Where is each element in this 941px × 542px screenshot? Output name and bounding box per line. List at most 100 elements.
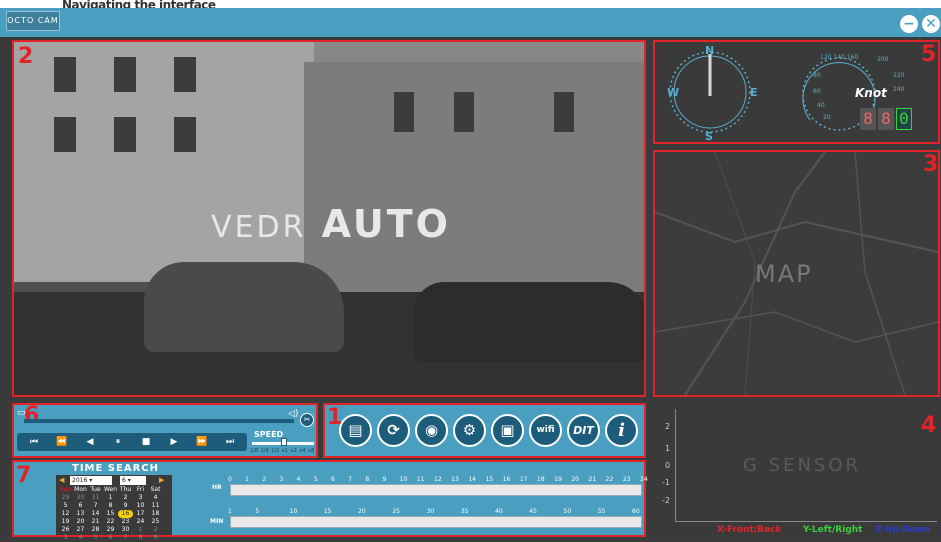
info-icon[interactable]: i <box>605 414 638 447</box>
speed-tick: 220 <box>893 72 905 79</box>
calendar-day[interactable]: 25 <box>148 518 163 526</box>
close-icon[interactable]: ✕ <box>922 15 940 33</box>
calendar-day[interactable]: 31 <box>88 494 103 502</box>
play-button[interactable]: ▶ <box>161 434 187 450</box>
calendar-day[interactable]: 13 <box>73 510 88 518</box>
calendar-day[interactable]: 1 <box>103 494 118 502</box>
calendar-day[interactable]: 4 <box>148 494 163 502</box>
calendar-day[interactable]: 14 <box>88 510 103 518</box>
calendar-day[interactable]: 7 <box>88 502 103 510</box>
calendar-day[interactable]: 26 <box>58 526 73 534</box>
calendar-day[interactable]: 22 <box>103 518 118 526</box>
app-header <box>0 8 941 37</box>
calendar-day[interactable]: 30 <box>118 526 133 534</box>
calendar-day[interactable]: 8 <box>133 534 148 542</box>
calendar-day[interactable]: 10 <box>133 502 148 510</box>
speed-tick: 60 <box>813 88 821 95</box>
video-player[interactable]: VEDR AUTO 2 <box>12 40 646 397</box>
calendar-day[interactable]: 7 <box>118 534 133 542</box>
calendar-day[interactable]: 19 <box>58 518 73 526</box>
minute-timeline[interactable] <box>230 516 642 528</box>
last-button[interactable]: ⏭ <box>217 434 243 450</box>
speed-tick: 240 <box>893 86 905 93</box>
calendar-day[interactable]: 28 <box>88 526 103 534</box>
calendar-day[interactable]: 1 <box>133 526 148 534</box>
settings-icon[interactable]: ⚙ <box>453 414 486 447</box>
calendar-day[interactable]: 9 <box>118 502 133 510</box>
calendar-day[interactable]: 6 <box>73 502 88 510</box>
calendar-day[interactable]: 23 <box>118 518 133 526</box>
pause-button[interactable]: ⏸ <box>105 434 131 450</box>
folder-icon[interactable]: ▭ <box>17 408 26 418</box>
calendar-day[interactable]: 21 <box>88 518 103 526</box>
section-number-5: 5 <box>921 42 937 67</box>
calendar-day[interactable]: 3 <box>133 494 148 502</box>
progress-track[interactable] <box>24 419 294 423</box>
prev-month-icon[interactable]: ◀ <box>59 476 64 484</box>
map-placeholder-label: MAP <box>755 260 813 288</box>
calendar-day[interactable]: 2 <box>118 494 133 502</box>
rewind-button[interactable]: ⏪ <box>49 434 75 450</box>
speed-ticks: 120 140 160 <box>820 54 859 61</box>
time-search-title: TIME SEARCH <box>72 463 159 474</box>
sd-card-icon[interactable]: ▤ <box>339 414 372 447</box>
calendar-day[interactable]: 9 <box>148 534 163 542</box>
video-window <box>174 117 196 152</box>
calendar-day[interactable]: 16 <box>118 510 133 518</box>
calendar-day[interactable]: 5 <box>88 534 103 542</box>
hour-tick: 4 <box>296 476 301 483</box>
hour-tick: 7 <box>348 476 352 483</box>
calendar-week: 26 27 28 29 30 1 2 <box>58 526 163 534</box>
weekday: Tue <box>90 486 101 493</box>
calendar-day[interactable]: 6 <box>103 534 118 542</box>
calendar-day[interactable]: 17 <box>133 510 148 518</box>
calendar-day[interactable]: 29 <box>103 526 118 534</box>
calendar-day[interactable]: 18 <box>148 510 163 518</box>
backup-icon[interactable]: ⟳ <box>377 414 410 447</box>
video-window <box>114 57 136 92</box>
calendar-day[interactable]: 15 <box>103 510 118 518</box>
save-icon[interactable]: ▣ <box>491 414 524 447</box>
camera-icon[interactable]: ◉ <box>415 414 448 447</box>
volume-icon[interactable]: ◁) <box>288 409 298 419</box>
hour-tick: 8 <box>365 476 370 483</box>
video-window <box>554 92 574 132</box>
calendar-day[interactable]: 27 <box>73 526 88 534</box>
month-select[interactable]: 6 ▾ <box>120 476 146 485</box>
calendar-day[interactable]: 20 <box>73 518 88 526</box>
gsensor-tick: 0 <box>665 461 671 470</box>
dit-icon[interactable]: DIT <box>567 414 600 447</box>
year-select[interactable]: 2016 ▾ <box>70 476 112 485</box>
calendar-day[interactable]: 2 <box>148 526 163 534</box>
calendar-day[interactable]: 5 <box>58 502 73 510</box>
calendar-week: 19 20 21 22 23 24 25 <box>58 518 163 526</box>
next-month-icon[interactable]: ▶ <box>159 476 164 484</box>
calendar-day[interactable]: 12 <box>58 510 73 518</box>
calendar-day[interactable]: 8 <box>103 502 118 510</box>
calendar-day[interactable]: 29 <box>58 494 73 502</box>
calendar[interactable]: ◀ 2016 ▾ 6 ▾ ▶ Sun Mon Tue Wen Thu Fri S… <box>56 475 172 541</box>
minimize-icon[interactable]: − <box>900 15 918 33</box>
map-panel[interactable]: MAP 3 <box>653 150 940 397</box>
video-watermark: VEDR AUTO <box>211 202 451 246</box>
first-button[interactable]: ⏮ <box>21 434 47 450</box>
screenshot-icon[interactable]: ✂ <box>300 413 314 427</box>
min-label: MIN <box>210 518 224 525</box>
calendar-day[interactable]: 4 <box>73 534 88 542</box>
calendar-day[interactable]: 11 <box>148 502 163 510</box>
speed-slider-thumb[interactable] <box>281 438 287 446</box>
hour-tick: 13 <box>451 476 459 483</box>
weekday: Fri <box>136 486 145 493</box>
fast-forward-button[interactable]: ⏩ <box>189 434 215 450</box>
calendar-day[interactable]: 30 <box>73 494 88 502</box>
weekday: Sun <box>59 486 72 493</box>
minute-tick: 50 <box>563 508 572 515</box>
calendar-day[interactable]: 24 <box>133 518 148 526</box>
stop-button[interactable]: ■ <box>133 434 159 450</box>
prev-frame-button[interactable]: ◀ <box>77 434 103 450</box>
calendar-day[interactable]: 3 <box>58 534 73 542</box>
hour-timeline[interactable] <box>230 484 642 496</box>
wifi-icon[interactable]: wifi <box>529 414 562 447</box>
section-number-6: 6 <box>24 403 40 428</box>
video-building-right <box>304 62 644 292</box>
